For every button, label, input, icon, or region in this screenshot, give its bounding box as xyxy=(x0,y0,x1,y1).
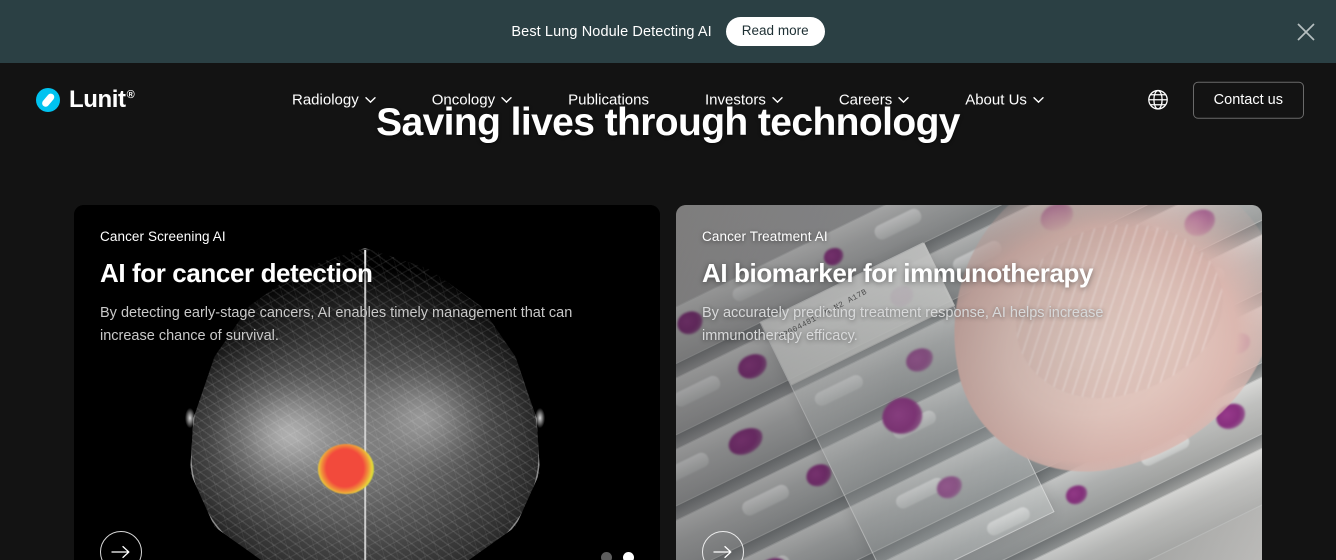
nav-item-oncology[interactable]: Oncology xyxy=(432,86,512,115)
nav-label: Investors xyxy=(704,91,766,109)
nav-item-publications[interactable]: Publications xyxy=(568,86,649,115)
card-content: Cancer Screening AI AI for cancer detect… xyxy=(100,229,634,349)
card-description: By detecting early-stage cancers, AI ena… xyxy=(100,304,573,345)
promo-banner-content: Best Lung Nodule Detecting AI Read more xyxy=(511,17,825,46)
nav-item-careers[interactable]: Careers xyxy=(839,86,909,115)
nav-label: Oncology xyxy=(431,91,496,109)
chevron-down-icon xyxy=(365,97,376,104)
chevron-down-icon xyxy=(1033,97,1044,104)
lunit-logo-icon xyxy=(36,88,60,112)
carousel-dot-2[interactable] xyxy=(623,552,634,560)
card-cancer-treatment-ai[interactable]: HP004481- M N2 A17B Cancer Treatment AI … xyxy=(676,205,1262,560)
logo-wordmark: Lunit® xyxy=(69,86,135,113)
carousel-dot-1[interactable] xyxy=(601,552,612,560)
card-content: Cancer Treatment AI AI biomarker for imm… xyxy=(702,229,1236,349)
promo-banner-text: Best Lung Nodule Detecting AI xyxy=(511,23,712,40)
logo-registered-mark: ® xyxy=(126,89,135,101)
hero-cards: Cancer Screening AI AI for cancer detect… xyxy=(74,205,1262,560)
card-eyebrow: Cancer Treatment AI xyxy=(702,229,828,244)
nav-item-about-us[interactable]: About Us xyxy=(965,86,1044,115)
nav-label: Careers xyxy=(838,91,893,109)
nav-item-radiology[interactable]: Radiology xyxy=(292,86,376,115)
carousel-pagination xyxy=(601,552,634,560)
site-header: Lunit® Radiology Oncology Publications I… xyxy=(0,63,1336,137)
chevron-down-icon xyxy=(898,97,909,104)
card-title: AI biomarker for immunotherapy xyxy=(702,258,1094,288)
contact-us-button[interactable]: Contact us xyxy=(1192,81,1304,119)
read-more-button[interactable]: Read more xyxy=(725,17,825,46)
promo-banner: Best Lung Nodule Detecting AI Read more xyxy=(0,0,1336,63)
nav-item-investors[interactable]: Investors xyxy=(705,86,783,115)
page-root: Best Lung Nodule Detecting AI Read more … xyxy=(0,0,1336,560)
nav-label: About Us xyxy=(965,91,1027,109)
lesion-heatmap-marker xyxy=(318,444,374,494)
card-description: By accurately predicting treatment respo… xyxy=(702,304,1104,345)
chevron-down-icon xyxy=(772,97,783,104)
chevron-down-icon xyxy=(501,97,512,104)
card-title: AI for cancer detection xyxy=(100,258,373,288)
header-actions: Contact us xyxy=(1145,81,1304,119)
card-eyebrow: Cancer Screening AI xyxy=(100,229,226,244)
nav-label: Publications xyxy=(568,91,649,109)
card-cancer-screening-ai[interactable]: Cancer Screening AI AI for cancer detect… xyxy=(74,205,660,560)
main-navigation: Radiology Oncology Publications Investor… xyxy=(292,86,1044,115)
lunit-logo[interactable]: Lunit® xyxy=(36,86,135,113)
logo-word-text: Lunit xyxy=(69,86,126,113)
globe-icon[interactable] xyxy=(1145,87,1171,113)
nav-label: Radiology xyxy=(292,91,359,109)
close-icon[interactable] xyxy=(1284,10,1328,54)
